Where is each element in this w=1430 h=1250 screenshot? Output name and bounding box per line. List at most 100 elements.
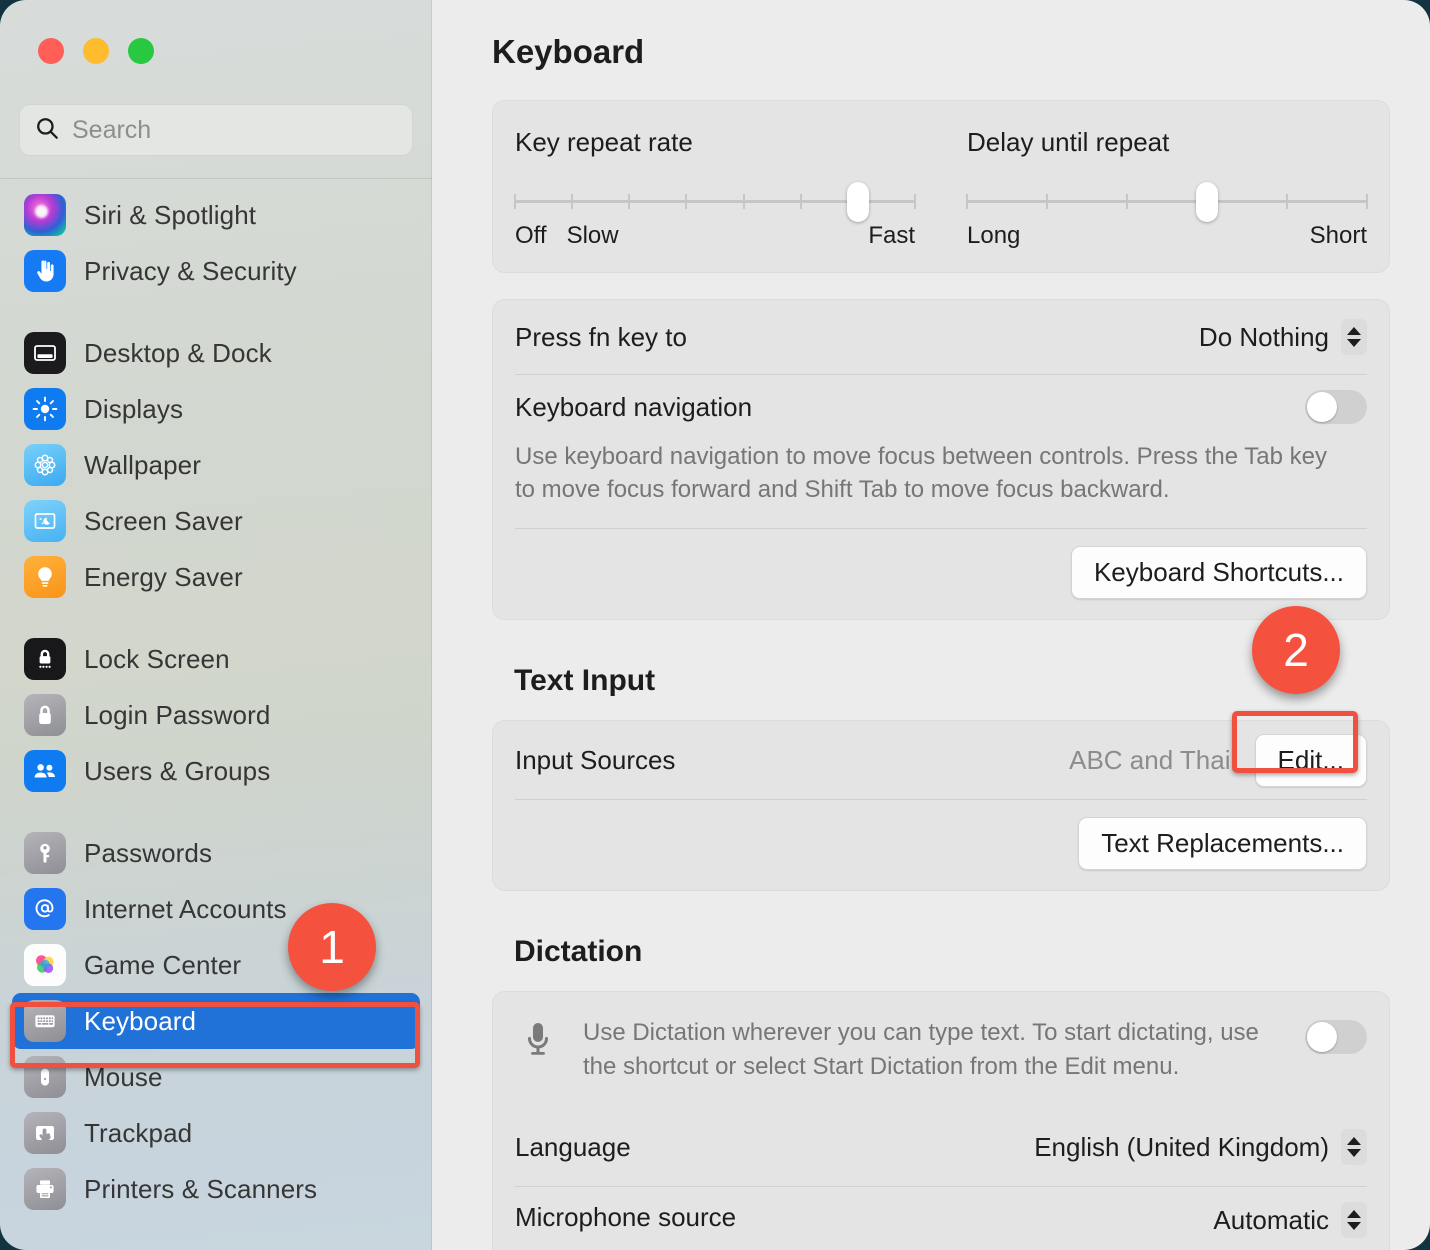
zoom-button[interactable] (128, 38, 154, 64)
sidebar-item-energy-saver[interactable]: Energy Saver (12, 549, 420, 605)
sidebar-item-screen-saver[interactable]: Screen Saver (12, 493, 420, 549)
printers-scanners-icon (24, 1168, 66, 1210)
desktop-dock-icon (24, 332, 66, 374)
slider-tick (799, 194, 802, 209)
lock-screen-icon (24, 638, 66, 680)
mouse-icon (24, 1056, 66, 1098)
key-repeat-rate-slider[interactable] (514, 182, 916, 222)
sidebar-item-label: Screen Saver (84, 505, 243, 536)
dictation-description-row: Use Dictation wherever you can type text… (515, 992, 1367, 1108)
chevron-updown-icon (1341, 1202, 1367, 1239)
keyboard-navigation-toggle[interactable] (1305, 390, 1367, 424)
internet-accounts-icon (24, 888, 66, 930)
sidebar-item-lock-screen[interactable]: Lock Screen (12, 631, 420, 687)
keyboard-navigation-description: Use keyboard navigation to move focus be… (515, 443, 1328, 504)
key-repeat-rate-label: Key repeat rate (515, 127, 693, 157)
dictation-toggle[interactable] (1305, 1020, 1367, 1055)
toggle-knob (1307, 392, 1337, 422)
press-fn-key-value: Do Nothing (1198, 321, 1329, 352)
text-input-card: Input Sources ABC and Thai Edit... Text … (492, 720, 1390, 892)
sidebar-item-label: Mouse (84, 1061, 163, 1092)
input-sources-value: ABC and Thai (1069, 744, 1231, 775)
sidebar-item-desktop-dock[interactable]: Desktop & Dock (12, 325, 420, 381)
microphone-source-label: Microphone source (515, 1202, 737, 1233)
press-fn-key-label: Press fn key to (515, 321, 687, 352)
sidebar-item-siri-spotlight[interactable]: Siri & Spotlight (12, 187, 420, 243)
traffic-light-buttons (38, 38, 154, 64)
sidebar-item-printers-scanners[interactable]: Printers & Scanners (12, 1161, 420, 1217)
sidebar: Siri & Spotlight Privacy & Security (0, 0, 432, 1250)
slider-tick (1046, 194, 1048, 209)
scale-fast: Fast (868, 222, 915, 249)
scale-short: Short (1309, 222, 1367, 249)
press-fn-key-popup[interactable]: Do Nothing (1199, 319, 1367, 355)
delay-until-repeat-slider[interactable] (966, 182, 1368, 222)
sidebar-item-wallpaper[interactable]: Wallpaper (12, 437, 420, 493)
sidebar-item-label: Privacy & Security (84, 255, 297, 286)
key-repeat-rate-scale: Off Slow Fast (515, 222, 915, 250)
sidebar-item-users-groups[interactable]: Users & Groups (12, 743, 420, 799)
search-box[interactable] (19, 104, 413, 156)
wallpaper-icon (24, 444, 66, 486)
passwords-key-icon (24, 832, 66, 874)
slider-tick (914, 194, 916, 209)
slider-track (967, 200, 1367, 203)
close-button[interactable] (38, 38, 64, 64)
input-sources-label: Input Sources (515, 744, 676, 775)
chevron-updown-icon (1341, 319, 1367, 355)
key-repeat-card: Key repeat rate Off Slow Fast Delay unti… (492, 100, 1390, 273)
sidebar-item-label: Login Password (84, 699, 271, 730)
dictation-card: Use Dictation wherever you can type text… (492, 991, 1390, 1250)
microphone-icon (515, 1016, 561, 1060)
annotation-badge-2: 2 (1252, 606, 1340, 694)
sidebar-item-privacy-security[interactable]: Privacy & Security (12, 243, 420, 299)
fn-navigation-card: Press fn key to Do Nothing Keyboard navi… (492, 299, 1390, 621)
keyboard-navigation-row: Keyboard navigation (515, 374, 1367, 440)
scale-slow: Slow (566, 222, 619, 249)
sidebar-item-label: Wallpaper (84, 449, 201, 480)
sidebar-item-mouse[interactable]: Mouse (12, 1049, 420, 1105)
keyboard-shortcuts-row: Keyboard Shortcuts... (515, 528, 1367, 619)
text-replacements-button[interactable]: Text Replacements... (1078, 817, 1367, 871)
login-password-icon (24, 694, 66, 736)
sidebar-item-label: Displays (84, 393, 184, 424)
slider-tick (628, 194, 631, 209)
sidebar-item-keyboard[interactable]: Keyboard (12, 993, 420, 1049)
sidebar-item-trackpad[interactable]: Trackpad (12, 1105, 420, 1161)
microphone-source-popup[interactable]: Automatic (1213, 1202, 1367, 1239)
slider-tick (1126, 194, 1128, 209)
game-center-icon (24, 944, 66, 986)
keyboard-shortcuts-button[interactable]: Keyboard Shortcuts... (1070, 546, 1367, 600)
slider-tick (742, 194, 745, 209)
slider-tick (685, 194, 688, 209)
siri-icon (24, 194, 66, 236)
sidebar-item-label: Users & Groups (84, 755, 271, 786)
minimize-button[interactable] (83, 38, 109, 64)
input-sources-row: Input Sources ABC and Thai Edit... (515, 721, 1367, 799)
sidebar-item-label: Siri & Spotlight (84, 199, 257, 230)
trackpad-icon (24, 1112, 66, 1154)
slider-tick (966, 194, 968, 209)
titlebar (0, 0, 432, 104)
sidebar-item-login-password[interactable]: Login Password (12, 687, 420, 743)
dictation-language-value: English (United Kingdom) (1034, 1131, 1329, 1162)
slider-thumb[interactable] (846, 182, 869, 222)
sidebar-item-label: Printers & Scanners (84, 1173, 318, 1204)
sidebar-item-label: Passwords (84, 837, 213, 868)
sidebar-item-passwords[interactable]: Passwords (12, 825, 420, 881)
dictation-language-popup[interactable]: English (United Kingdom) (1034, 1129, 1367, 1166)
key-repeat-rate-group: Key repeat rate Off Slow Fast (514, 127, 941, 250)
sidebar-item-label: Trackpad (84, 1117, 193, 1148)
sidebar-item-label: Desktop & Dock (84, 337, 272, 368)
search-container (0, 104, 432, 156)
sidebar-item-displays[interactable]: Displays (12, 381, 420, 437)
screen-saver-icon (24, 500, 66, 542)
slider-thumb[interactable] (1196, 182, 1218, 222)
search-input[interactable] (72, 115, 398, 145)
edit-input-sources-button[interactable]: Edit... (1254, 733, 1367, 787)
sidebar-item-label: Lock Screen (84, 643, 230, 674)
microphone-source-value: Automatic (1213, 1204, 1329, 1235)
